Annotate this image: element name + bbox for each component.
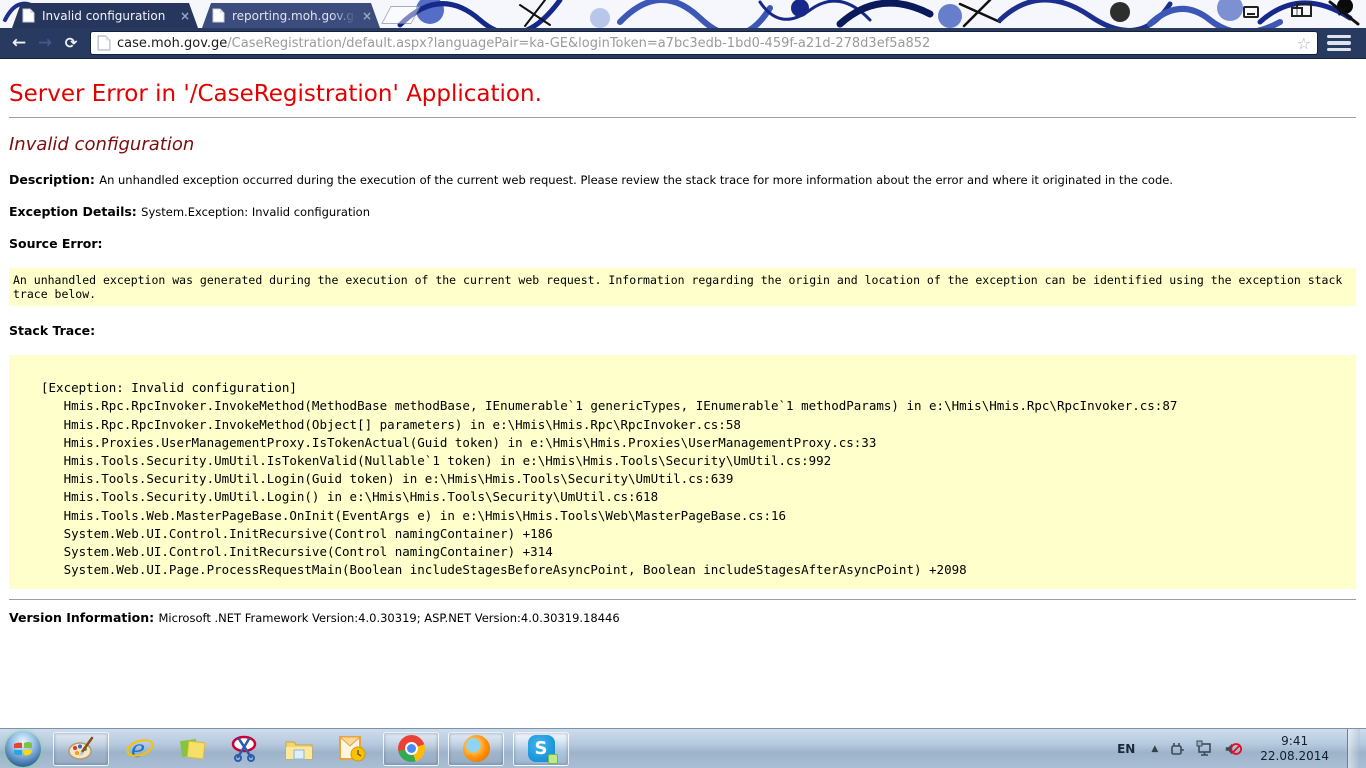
exception-details-text: System.Exception: Invalid configuration — [141, 205, 370, 219]
exception-details-label: Exception Details: — [9, 204, 141, 219]
page-icon — [97, 35, 111, 51]
page-title: Server Error in '/CaseRegistration' Appl… — [9, 81, 1356, 107]
windows-logo-icon — [5, 731, 41, 767]
taskbar-chrome-button[interactable] — [383, 732, 439, 766]
tray-date: 22.08.2014 — [1260, 749, 1329, 764]
tab-reporting[interactable]: reporting.moh.gov.ge/Rep × — [202, 3, 380, 28]
source-error-box: An unhandled exception was generated dur… — [9, 268, 1356, 306]
url-domain: case.moh.gov.ge — [117, 36, 227, 51]
stack-trace-box: [Exception: Invalid configuration] Hmis.… — [9, 355, 1356, 589]
restore-button[interactable] — [1282, 2, 1312, 22]
tab-title: Invalid configuration — [42, 9, 174, 23]
skype-icon: S — [528, 735, 555, 762]
taskbar-paint-button[interactable] — [53, 732, 109, 766]
language-indicator[interactable]: EN — [1111, 738, 1141, 760]
divider — [9, 599, 1356, 600]
power-plug-icon[interactable] — [1168, 740, 1186, 758]
description-line: Description: An unhandled exception occu… — [9, 172, 1356, 187]
error-subtitle: Invalid configuration — [9, 134, 1356, 155]
clock[interactable]: 9:41 22.08.2014 — [1252, 734, 1337, 764]
sticky-notes-icon — [179, 736, 207, 762]
taskbar-snipping-tool-button[interactable] — [224, 732, 268, 766]
stack-trace-label-line: Stack Trace: — [9, 323, 1356, 338]
tab-invalid-configuration[interactable]: Invalid configuration × — [12, 3, 198, 28]
taskbar-firefox-button[interactable] — [448, 732, 504, 766]
outlook-icon — [338, 735, 366, 763]
firefox-icon — [463, 735, 490, 762]
error-page: Server Error in '/CaseRegistration' Appl… — [0, 59, 1366, 728]
show-desktop-button[interactable] — [1347, 729, 1360, 768]
page-favicon-icon — [22, 8, 35, 23]
tab-title: reporting.moh.gov.ge/Rep — [232, 9, 356, 23]
tab-strip: Invalid configuration × reporting.moh.go… — [0, 0, 1366, 28]
page-favicon-icon — [212, 8, 225, 23]
system-tray: EN ▲ 9:41 22.08.2014 — [1111, 729, 1366, 768]
chrome-menu-icon[interactable] — [1327, 33, 1351, 53]
version-label: Version Information: — [9, 610, 159, 625]
windows-taskbar: e — [0, 728, 1366, 768]
address-bar[interactable]: case.moh.gov.ge/CaseRegistration/default… — [90, 31, 1318, 55]
forward-button[interactable]: → — [32, 30, 58, 56]
stack-trace-text: [Exception: Invalid configuration] Hmis.… — [9, 355, 1356, 589]
snipping-tool-icon — [231, 735, 261, 763]
taskbar-internet-explorer-button[interactable]: e — [118, 732, 162, 766]
new-tab-button[interactable] — [381, 6, 421, 24]
url-path: /CaseRegistration/default.aspx?languageP… — [227, 36, 930, 51]
svg-text:e: e — [131, 735, 145, 763]
tray-expand-icon[interactable]: ▲ — [1151, 744, 1158, 754]
tab-close-icon[interactable]: × — [180, 10, 190, 22]
url-text[interactable]: case.moh.gov.ge/CaseRegistration/default… — [117, 36, 1293, 51]
taskbar-sticky-notes-button[interactable] — [171, 732, 215, 766]
source-error-label-line: Source Error: — [9, 236, 1356, 251]
taskbar-explorer-button[interactable] — [277, 732, 321, 766]
taskbar-skype-button[interactable]: S — [513, 732, 569, 766]
description-text: An unhandled exception occurred during t… — [99, 173, 1173, 187]
description-label: Description: — [9, 172, 99, 187]
version-information-line: Version Information: Microsoft .NET Fram… — [9, 610, 1356, 625]
divider — [9, 117, 1356, 118]
browser-window: Invalid configuration × reporting.moh.go… — [0, 0, 1366, 59]
chrome-icon — [398, 735, 425, 762]
volume-muted-icon[interactable] — [1224, 740, 1242, 758]
exception-details-line: Exception Details: System.Exception: Inv… — [9, 204, 1356, 219]
minimize-button[interactable] — [1236, 2, 1266, 22]
start-button[interactable] — [2, 730, 44, 768]
reload-button[interactable]: ⟳ — [58, 30, 84, 56]
folder-icon — [284, 736, 314, 762]
network-icon[interactable] — [1196, 740, 1214, 758]
version-text: Microsoft .NET Framework Version:4.0.303… — [159, 611, 620, 625]
tray-time: 9:41 — [1260, 734, 1329, 749]
back-button[interactable]: ← — [6, 30, 32, 56]
taskbar-outlook-button[interactable] — [330, 732, 374, 766]
bookmark-star-icon[interactable]: ☆ — [1297, 34, 1311, 53]
window-controls: ✕ — [1236, 2, 1358, 22]
tab-close-icon[interactable]: × — [362, 10, 372, 22]
paint-icon — [67, 736, 95, 762]
internet-explorer-icon: e — [125, 735, 155, 763]
close-button[interactable]: ✕ — [1328, 2, 1358, 22]
browser-toolbar: ← → ⟳ case.moh.gov.ge/CaseRegistration/d… — [0, 28, 1366, 59]
